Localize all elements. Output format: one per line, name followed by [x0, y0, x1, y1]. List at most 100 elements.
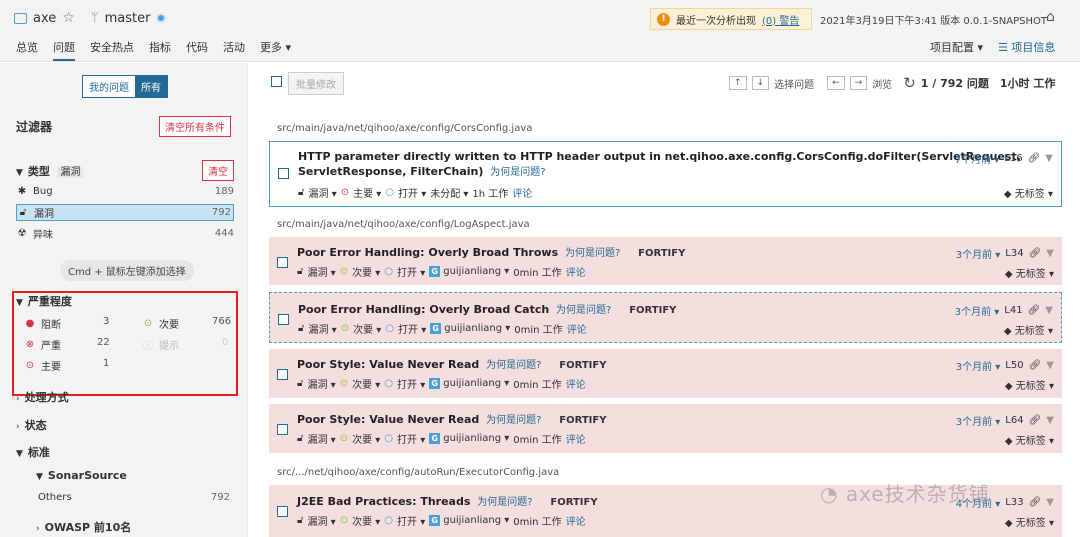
issue-type[interactable]: 漏洞 ▾ [308, 321, 336, 336]
issue-severity[interactable]: 次要 ▾ [352, 431, 380, 446]
issue-severity[interactable]: 次要 ▾ [352, 376, 380, 391]
issue-tags[interactable]: ◆ 无标签 ▾ [1005, 377, 1054, 392]
issue-tags[interactable]: ◆ 无标签 ▾ [1005, 514, 1054, 529]
issue-assignee[interactable]: Gguijianliang ▾ [429, 378, 509, 389]
filter-icon[interactable]: ▼ [1046, 497, 1054, 508]
issue-title[interactable]: J2EE Bad Practices: Threads 为何是问题? FORTI… [297, 494, 598, 510]
clear-all-filters-button[interactable]: 清空所有条件 [159, 116, 231, 137]
issue-assignee[interactable]: Gguijianliang ▾ [430, 323, 510, 334]
link-icon[interactable]: 🔗︎ [1028, 305, 1041, 316]
issue-status[interactable]: 打开 ▾ [397, 376, 425, 391]
type-facet-header[interactable]: ▼ 类型 漏洞 [16, 163, 84, 179]
issue-status[interactable]: 打开 ▾ [397, 264, 425, 279]
type-code-smell[interactable]: ☢ 异味 444 [16, 225, 234, 242]
why-is-this-an-issue-link[interactable]: 为何是问题? [490, 167, 545, 178]
link-icon[interactable]: 🔗︎ [1029, 415, 1042, 426]
arrow-right-icon[interactable]: → [849, 76, 868, 90]
issue-title[interactable]: Poor Error Handling: Overly Broad Throws… [297, 245, 685, 261]
issue-age[interactable]: 7个月前 ▾ [955, 151, 1000, 166]
link-icon[interactable]: 🔗︎ [1029, 497, 1042, 508]
issue-title[interactable]: Poor Style: Value Never Read 为何是问题? FORT… [297, 412, 606, 428]
issue-checkbox[interactable] [278, 314, 289, 325]
issue-tags[interactable]: ◆ 无标签 ▾ [1005, 432, 1054, 447]
issue-status[interactable]: 打开 ▾ [398, 321, 426, 336]
why-is-this-an-issue-link[interactable]: 为何是问题? [565, 248, 620, 259]
why-is-this-an-issue-link[interactable]: 为何是问题? [556, 305, 611, 316]
issue-card[interactable]: HTTP parameter directly written to HTTP … [269, 141, 1062, 207]
owasp-facet-header[interactable]: › OWASP 前10名 [36, 519, 131, 535]
issue-status[interactable]: 打开 ▾ [398, 185, 426, 200]
nav-code[interactable]: 代码 [186, 39, 208, 61]
comment-link[interactable]: 评论 [567, 321, 587, 336]
file-path[interactable]: src/main/java/net/qihoo/axe/config/LogAs… [277, 219, 530, 230]
issue-type[interactable]: 漏洞 ▾ [308, 185, 336, 200]
my-issues-button[interactable]: 我的问题 [83, 76, 135, 97]
issue-tags[interactable]: ◆ 无标签 ▾ [1004, 185, 1053, 200]
bulk-change-button[interactable]: 批量修改 [288, 72, 344, 95]
clear-type-button[interactable]: 清空 [202, 160, 234, 181]
issue-tags[interactable]: ◆ 无标签 ▾ [1004, 322, 1053, 337]
resolution-facet-header[interactable]: › 处理方式 [16, 389, 69, 405]
issue-card[interactable]: Poor Style: Value Never Read 为何是问题? FORT… [269, 404, 1062, 453]
issue-age[interactable]: 3个月前 ▾ [955, 303, 1000, 318]
severity-major[interactable]: ⊙ 主要 [24, 358, 61, 373]
issue-type[interactable]: 漏洞 ▾ [307, 376, 335, 391]
issue-assignee[interactable]: 未分配 ▾ [430, 185, 468, 200]
issue-age[interactable]: 3个月前 ▾ [956, 358, 1001, 373]
all-issues-button[interactable]: 所有 [135, 76, 167, 97]
severity-info[interactable]: ⓘ 提示 [142, 337, 179, 352]
standard-others[interactable]: Others 792 [38, 489, 230, 506]
nav-measures[interactable]: 指标 [149, 39, 171, 61]
filter-icon[interactable]: ▼ [1046, 248, 1054, 259]
star-icon[interactable]: ☆ [62, 10, 75, 26]
nav-activity[interactable]: 活动 [223, 39, 245, 61]
why-is-this-an-issue-link[interactable]: 为何是问题? [486, 415, 541, 426]
arrow-left-icon[interactable]: ← [827, 76, 845, 90]
issue-severity[interactable]: 次要 ▾ [352, 264, 380, 279]
issue-checkbox[interactable] [277, 369, 288, 380]
issue-type[interactable]: 漏洞 ▾ [307, 431, 335, 446]
issue-card[interactable]: Poor Error Handling: Overly Broad Throws… [269, 237, 1062, 285]
type-vulnerability[interactable]: 🔓︎ 漏洞 792 [16, 204, 234, 221]
sonarsource-facet-header[interactable]: ▼ SonarSource [36, 469, 127, 482]
project-info-link[interactable]: ☰ 项目信息 [998, 39, 1055, 55]
link-icon[interactable]: 🔗︎ [1029, 360, 1042, 371]
comment-link[interactable]: 评论 [566, 431, 586, 446]
comment-link[interactable]: 评论 [566, 376, 586, 391]
issue-checkbox[interactable] [277, 506, 288, 517]
link-icon[interactable]: 🔗︎ [1029, 248, 1042, 259]
issue-type[interactable]: 漏洞 ▾ [307, 264, 335, 279]
project-name[interactable]: axe [33, 11, 56, 26]
file-path[interactable]: src/main/java/net/qihoo/axe/config/CorsC… [277, 123, 532, 134]
issue-card[interactable]: Poor Error Handling: Overly Broad Catch … [269, 292, 1062, 343]
issue-tags[interactable]: ◆ 无标签 ▾ [1005, 265, 1054, 280]
issue-age[interactable]: 3个月前 ▾ [956, 413, 1001, 428]
issue-severity[interactable]: 主要 ▾ [353, 185, 381, 200]
nav-overview[interactable]: 总览 [16, 39, 38, 61]
issue-checkbox[interactable] [277, 257, 288, 268]
severity-blocker[interactable]: ● 阻断 [24, 316, 61, 331]
file-path[interactable]: src/.../net/qihoo/axe/config/autoRun/Exe… [277, 467, 559, 478]
select-all-checkbox[interactable] [271, 76, 282, 87]
severity-critical[interactable]: ⊗ 严重 [24, 337, 61, 352]
issue-checkbox[interactable] [278, 168, 289, 179]
issue-type[interactable]: 漏洞 ▾ [307, 513, 335, 528]
issue-assignee[interactable]: Gguijianliang ▾ [429, 266, 509, 277]
nav-more[interactable]: 更多 ▾ [260, 39, 291, 61]
issue-status[interactable]: 打开 ▾ [397, 513, 425, 528]
severity-facet-header[interactable]: ▼ 严重程度 [16, 293, 72, 309]
comment-link[interactable]: 评论 [566, 513, 586, 528]
issue-severity[interactable]: 次要 ▾ [353, 321, 381, 336]
nav-issues[interactable]: 问题 [53, 39, 75, 61]
filter-icon[interactable]: ▼ [1045, 305, 1053, 316]
comment-link[interactable]: 评论 [512, 185, 532, 200]
issue-checkbox[interactable] [277, 424, 288, 435]
issue-title[interactable]: HTTP parameter directly written to HTTP … [298, 149, 1021, 180]
issue-status[interactable]: 打开 ▾ [397, 431, 425, 446]
issue-card[interactable]: Poor Style: Value Never Read 为何是问题? FORT… [269, 349, 1062, 398]
issue-title[interactable]: Poor Style: Value Never Read 为何是问题? FORT… [297, 357, 606, 373]
why-is-this-an-issue-link[interactable]: 为何是问题? [477, 497, 532, 508]
status-facet-header[interactable]: › 状态 [16, 417, 47, 433]
issue-assignee[interactable]: Gguijianliang ▾ [429, 515, 509, 526]
issue-assignee[interactable]: Gguijianliang ▾ [429, 433, 509, 444]
